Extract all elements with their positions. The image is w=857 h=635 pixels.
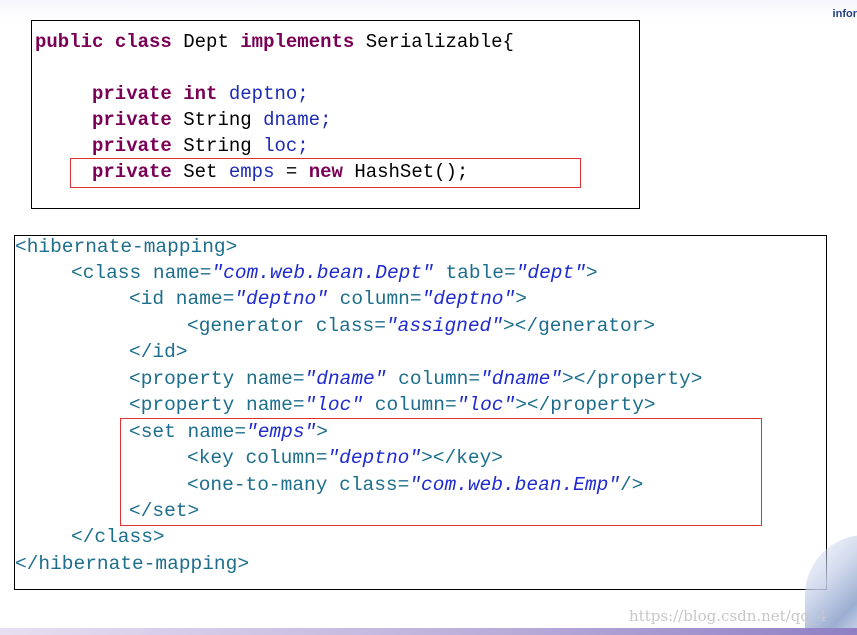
xml-value: "dname" xyxy=(480,368,562,390)
xml-tag: </hibernate-mapping> xyxy=(15,553,250,575)
xml-line-class-close: </class> xyxy=(71,524,165,550)
xml-tag: <id name= xyxy=(129,288,235,310)
keyword: int xyxy=(183,83,218,105)
field-name: deptno; xyxy=(228,83,309,105)
xml-value: "loc" xyxy=(456,394,516,416)
xml-value: "dname" xyxy=(304,368,387,390)
type-name: String xyxy=(183,109,252,131)
keyword: private xyxy=(92,135,172,157)
corner-label: infor xyxy=(832,8,857,20)
xml-attr: table= xyxy=(433,262,516,284)
keyword: private xyxy=(92,83,172,105)
class-name: Dept xyxy=(183,31,229,53)
xml-value: "assigned" xyxy=(385,315,503,337)
xml-tag: > xyxy=(585,262,598,284)
keyword: private xyxy=(92,109,172,131)
xml-mapping-panel: <hibernate-mapping> <class name="com.web… xyxy=(14,235,827,590)
xml-tag: ></property> xyxy=(515,394,656,416)
xml-tag: </class> xyxy=(71,526,165,548)
keyword: public xyxy=(35,31,104,53)
xml-tag: <generator class= xyxy=(187,315,386,337)
xml-value: "dept" xyxy=(515,262,586,284)
java-line-dname: private String dname; xyxy=(92,107,331,133)
type-name: String xyxy=(183,135,252,157)
slide-bottom-bar xyxy=(0,628,857,635)
xml-tag: <property name= xyxy=(129,394,305,416)
xml-value: "loc" xyxy=(304,394,364,416)
keyword: class xyxy=(114,31,172,53)
xml-tag: </id> xyxy=(129,341,188,363)
slide-top-bar xyxy=(0,0,857,20)
xml-tag: <hibernate-mapping> xyxy=(15,236,238,258)
java-highlight-box xyxy=(70,158,581,188)
xml-line-id: <id name="deptno" column="deptno"> xyxy=(129,286,527,312)
keyword: implements xyxy=(240,31,355,53)
xml-line-property-dname: <property name="dname" column="dname"></… xyxy=(129,366,702,392)
xml-line-id-close: </id> xyxy=(129,339,188,365)
xml-value: "deptno" xyxy=(421,288,516,310)
xml-line-property-loc: <property name="loc" column="loc"></prop… xyxy=(129,392,656,418)
xml-attr: column= xyxy=(363,394,457,416)
xml-tag: <property name= xyxy=(129,368,305,390)
java-line-loc: private String loc; xyxy=(92,133,309,159)
xml-value: "deptno" xyxy=(234,288,328,310)
java-line-class-decl: public class Dept implements Serializabl… xyxy=(35,29,514,55)
field-name: loc; xyxy=(263,135,309,157)
xml-tag: ></property> xyxy=(562,368,703,390)
field-name: dname; xyxy=(263,109,332,131)
xml-attr: column= xyxy=(386,368,481,390)
java-line-deptno: private int deptno; xyxy=(92,81,309,107)
xml-tag: ></generator> xyxy=(502,315,656,337)
xml-highlight-box xyxy=(120,418,762,526)
xml-value: "com.web.bean.Dept" xyxy=(211,262,434,284)
xml-line-generator: <generator class="assigned"></generator> xyxy=(187,313,655,339)
xml-line-root-open: <hibernate-mapping> xyxy=(15,234,237,260)
xml-line-root-close: </hibernate-mapping> xyxy=(15,551,249,577)
xml-attr: column= xyxy=(327,288,422,310)
xml-tag: > xyxy=(515,288,527,310)
interface-name: Serializable{ xyxy=(365,31,514,53)
watermark-url: https://blog.csdn.net/qq_4 xyxy=(629,607,827,625)
xml-tag: <class name= xyxy=(71,262,212,284)
xml-line-class: <class name="com.web.bean.Dept" table="d… xyxy=(71,260,598,286)
